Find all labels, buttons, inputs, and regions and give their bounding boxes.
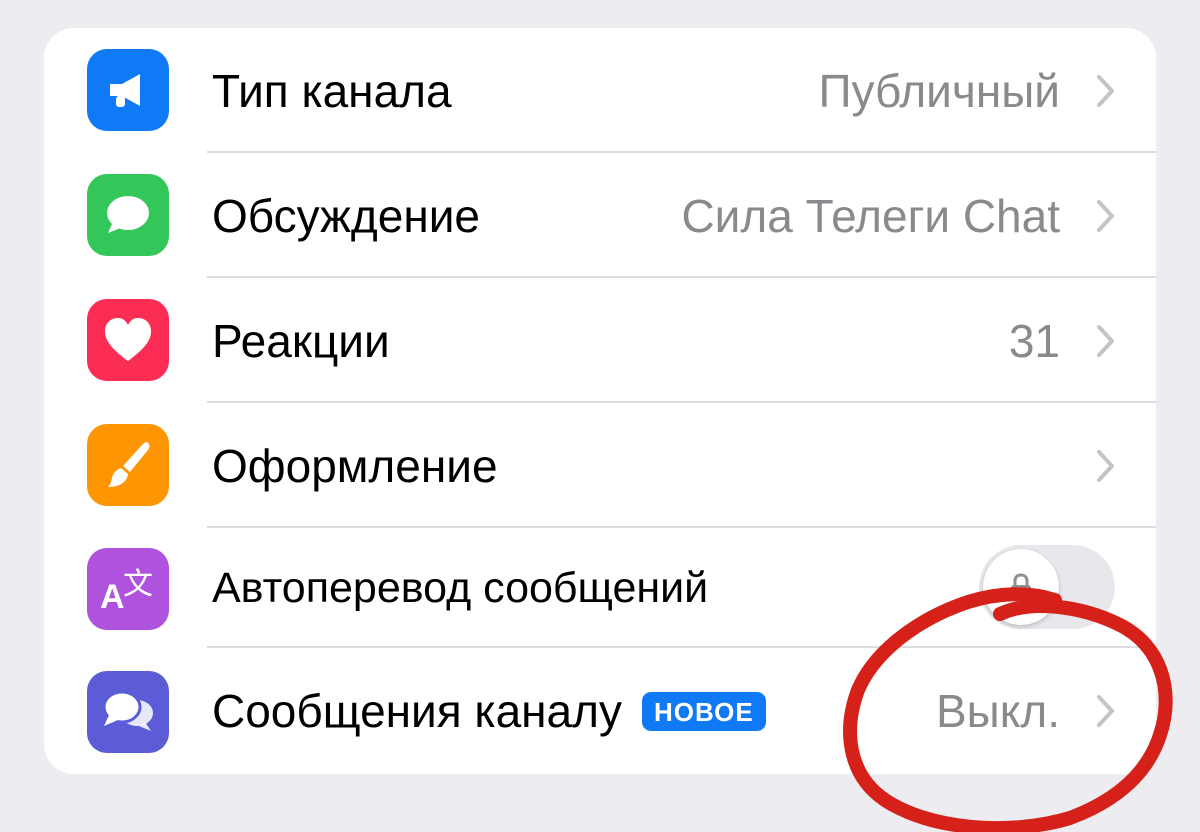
- translate-icon: A 文: [87, 548, 169, 630]
- row-label-text: Сообщения каналу: [212, 685, 622, 737]
- row-label: Тип канала: [212, 64, 452, 117]
- megaphone-icon: [87, 49, 169, 131]
- auto-translate-row: A 文 Автоперевод сообщений: [44, 528, 1156, 648]
- row-label: Реакции: [212, 314, 390, 367]
- chevron-right-icon: [1097, 695, 1114, 727]
- reactions-count: 31: [1008, 314, 1060, 367]
- chevron-right-icon: [1097, 199, 1114, 232]
- auto-translate-toggle[interactable]: [979, 545, 1115, 629]
- row-label: Сообщения каналу НОВОЕ: [212, 648, 766, 774]
- new-badge: НОВОЕ: [641, 691, 766, 731]
- paintbrush-icon: [87, 424, 169, 506]
- row-label: Автоперевод сообщений: [212, 563, 709, 612]
- channel-messages-value: Выкл.: [935, 685, 1060, 737]
- row-label: Оформление: [212, 439, 498, 492]
- reactions-row[interactable]: Реакции 31: [44, 278, 1156, 403]
- svg-text:文: 文: [123, 567, 153, 602]
- discussion-value: Сила Телеги Chat: [681, 189, 1060, 242]
- toggle-knob: [983, 549, 1059, 625]
- channel-type-row[interactable]: Тип канала Публичный: [44, 28, 1156, 153]
- row-label: Обсуждение: [212, 189, 481, 242]
- chevron-right-icon: [1097, 324, 1114, 357]
- chevron-right-icon: [1097, 74, 1114, 107]
- channel-messages-row[interactable]: Сообщения каналу НОВОЕ Выкл.: [44, 648, 1156, 774]
- svg-text:A: A: [100, 578, 125, 616]
- lock-icon: [1011, 573, 1031, 600]
- discussion-row[interactable]: Обсуждение Сила Телеги Chat: [44, 153, 1156, 278]
- speech-bubble-icon: [87, 174, 169, 256]
- heart-icon: [87, 299, 169, 381]
- chevron-right-icon: [1097, 449, 1114, 482]
- chat-bubbles-icon: [87, 671, 169, 753]
- channel-type-value: Публичный: [818, 64, 1060, 117]
- channel-settings-card: Тип канала Публичный Обсуждение Сила Тел…: [44, 28, 1156, 774]
- appearance-row[interactable]: Оформление: [44, 403, 1156, 528]
